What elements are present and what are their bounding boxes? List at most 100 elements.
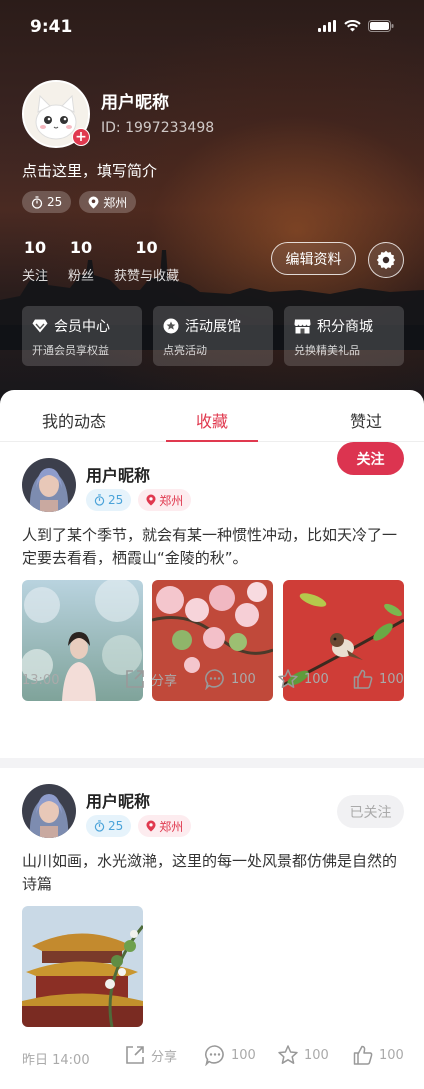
woman-portrait-image	[22, 784, 76, 838]
comment-button[interactable]: 100	[204, 1044, 256, 1066]
star-outline-icon	[278, 669, 298, 688]
level-value: 25	[108, 493, 124, 507]
post-actions: 13:00 分享 100 100 100	[22, 668, 406, 694]
tab-my-posts[interactable]: 我的动态	[42, 408, 106, 432]
add-avatar-badge[interactable]: +	[72, 128, 90, 146]
level-value: 25	[47, 195, 63, 209]
author-level-badge: 25	[86, 815, 132, 837]
status-time: 9:41	[30, 17, 73, 37]
settings-button[interactable]	[368, 242, 404, 278]
level-badge: 25	[22, 191, 72, 213]
level-value: 25	[108, 819, 124, 833]
author-avatar[interactable]	[22, 458, 76, 512]
favorite-button[interactable]: 100	[277, 668, 329, 690]
share-button[interactable]: 分享	[124, 668, 177, 690]
signal-icon	[318, 20, 336, 32]
stat-likes-favorites[interactable]: 10 获赞与收藏	[114, 238, 179, 284]
stat-number: 10	[135, 238, 158, 257]
location-pin-icon	[146, 494, 156, 506]
stat-label: 关注	[22, 269, 49, 284]
city-value: 郑州	[103, 195, 128, 210]
author-name: 用户昵称	[86, 792, 151, 811]
thumbs-up-icon	[353, 669, 373, 689]
followed-button[interactable]: 已关注	[337, 795, 404, 828]
status-bar: 9:41	[0, 0, 424, 54]
like-count: 100	[379, 1047, 404, 1063]
points-mall-card[interactable]: 积分商城 兑换精美礼品	[284, 306, 404, 366]
profile-avatar[interactable]: +	[22, 80, 90, 148]
post-photo[interactable]	[22, 906, 143, 1027]
author-avatar[interactable]	[22, 784, 76, 838]
profile-bio[interactable]: 点击这里，填写简介	[22, 160, 157, 181]
stat-following[interactable]: 10 关注	[22, 238, 48, 284]
author-level-badge: 25	[86, 489, 132, 511]
favorite-button[interactable]: 100	[277, 1044, 329, 1066]
timer-icon	[94, 820, 105, 832]
battery-icon	[368, 20, 394, 32]
author-city-badge: 郑州	[138, 489, 192, 511]
timer-icon	[31, 195, 43, 209]
stat-number: 10	[23, 238, 47, 257]
profile-stats: 10 关注 10 粉丝 10 获赞与收藏	[22, 238, 199, 284]
share-label: 分享	[151, 673, 178, 689]
post-divider	[0, 758, 424, 768]
share-button[interactable]: 分享	[124, 1044, 177, 1066]
comment-button[interactable]: 100	[204, 668, 256, 690]
star-outline-icon	[278, 1045, 298, 1064]
follow-button[interactable]: 关注	[337, 442, 404, 475]
city-value: 郑州	[159, 819, 184, 834]
share-icon	[126, 1046, 144, 1064]
thumbs-up-icon	[353, 1045, 373, 1065]
location-pin-icon	[88, 196, 99, 208]
comment-count: 100	[231, 671, 256, 687]
post-text: 山川如画，水光潋滟，这里的每一处风景都仿佛是自然的诗篇	[22, 852, 398, 893]
card-title: 积分商城	[317, 319, 373, 335]
comment-count: 100	[231, 1047, 256, 1063]
woman-portrait-image	[22, 458, 76, 512]
tab-favorites[interactable]: 收藏	[196, 408, 228, 432]
content-tabs: 我的动态 收藏 赞过	[0, 390, 424, 442]
favorite-count: 100	[304, 1047, 329, 1063]
location-pin-icon	[146, 820, 156, 832]
card-subtitle: 开通会员享权益	[32, 344, 109, 357]
like-button[interactable]: 100	[352, 668, 404, 690]
timer-icon	[94, 494, 105, 506]
diamond-icon	[32, 319, 48, 333]
content-panel: 我的动态 收藏 赞过 用户昵称 25 郑州 关注 人到了某个季节，就会有某一种惯…	[0, 390, 424, 1089]
author-city-badge: 郑州	[138, 815, 192, 837]
member-center-card[interactable]: 会员中心 开通会员享权益	[22, 306, 142, 366]
post-card: 用户昵称 25 郑州 关注 人到了某个季节，就会有某一种惯性冲动，比如天冷了一定…	[0, 442, 424, 758]
stat-label: 粉丝	[68, 269, 95, 284]
card-subtitle: 兑换精美礼品	[294, 344, 360, 357]
star-icon	[163, 318, 179, 334]
favorite-count: 100	[304, 671, 329, 687]
wifi-icon	[344, 20, 361, 32]
post-card: 用户昵称 25 郑州 已关注 山川如画，水光潋滟，这里的每一处风景都仿佛是自然的…	[0, 768, 424, 1089]
post-time: 昨日 14:00	[22, 1053, 90, 1068]
city-value: 郑州	[159, 493, 184, 508]
card-subtitle: 点亮活动	[163, 344, 207, 357]
gear-icon	[376, 250, 396, 270]
city-badge: 郑州	[79, 191, 137, 213]
chinese-pavilion-image	[22, 906, 143, 1027]
share-label: 分享	[151, 1049, 178, 1065]
stat-number: 10	[69, 238, 93, 257]
comment-icon	[205, 669, 224, 690]
like-button[interactable]: 100	[352, 1044, 404, 1066]
comment-icon	[205, 1045, 224, 1066]
stat-followers[interactable]: 10 粉丝	[68, 238, 94, 284]
post-text: 人到了某个季节，就会有某一种惯性冲动，比如天冷了一定要去看看，栖霞山“金陵的秋”…	[22, 526, 398, 567]
card-title: 活动展馆	[185, 319, 241, 335]
profile-id: ID: 1997233498	[101, 120, 215, 136]
edit-profile-button[interactable]: 编辑资料	[271, 242, 356, 275]
post-time: 13:00	[22, 673, 60, 688]
tab-liked[interactable]: 赞过	[350, 408, 382, 432]
card-title: 会员中心	[54, 319, 110, 335]
activity-hall-card[interactable]: 活动展馆 点亮活动	[153, 306, 273, 366]
post-actions: 昨日 14:00 分享 100 100 100	[22, 1044, 406, 1070]
author-name: 用户昵称	[86, 466, 151, 485]
share-icon	[126, 670, 144, 688]
like-count: 100	[379, 671, 404, 687]
store-icon	[294, 319, 311, 333]
stat-label: 获赞与收藏	[114, 269, 180, 284]
